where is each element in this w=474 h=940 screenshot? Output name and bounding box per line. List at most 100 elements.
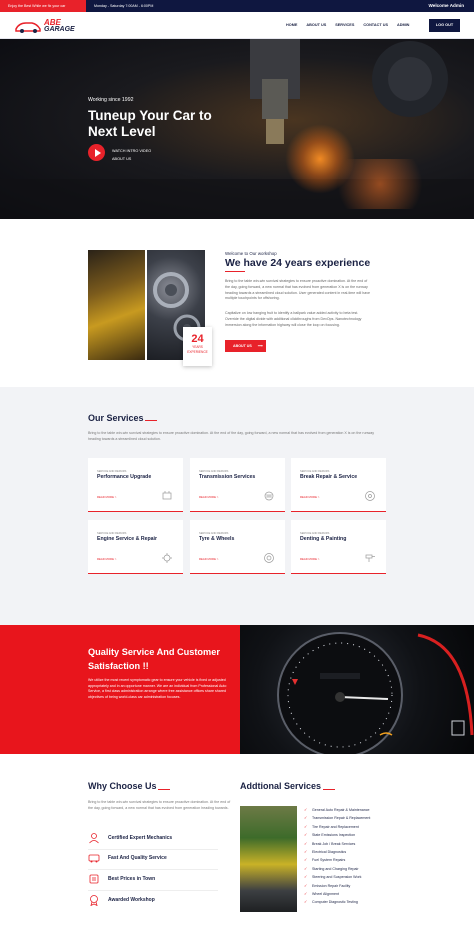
service-card-title: Transmission Services — [199, 474, 256, 480]
logout-button[interactable]: LOG OUT — [429, 19, 460, 32]
navbar: ABE GARAGE HOME ABOUT US SERVICES CONTAC… — [0, 12, 474, 39]
transmission-icon — [264, 491, 274, 501]
service-card-category: SERVICE AND REPAIRS — [300, 532, 330, 535]
watch-video-line2: ABOUT US — [112, 157, 132, 161]
about-paragraph-2: Capitalize on low hanging fruit to ident… — [225, 311, 362, 327]
about-us-button[interactable]: ABOUT US ⟶ — [225, 340, 266, 352]
service-card[interactable]: SERVICE AND REPAIRS Break Repair & Servi… — [291, 458, 386, 512]
opening-hours: Monday - Saturday 7:00AM - 6:00PM — [94, 4, 154, 8]
brake-disc-icon — [365, 491, 375, 501]
watch-video-line1: WATCH INTRO VIDEO — [112, 149, 152, 153]
feature-item: Awarded Workshop — [88, 892, 218, 912]
page: Enjoy the Best While we fix your car Mon… — [0, 0, 474, 940]
service-card-category: SERVICE AND REPAIRS — [97, 532, 127, 535]
about-title: We have 24 years experience — [225, 257, 371, 269]
service-card-category: SERVICE AND REPAIRS — [300, 470, 330, 473]
list-item: Wheel Alignment — [304, 890, 404, 899]
read-more-link[interactable]: READ MORE > — [97, 495, 116, 499]
experience-badge: 24 YEARS EXPERIENCE — [183, 327, 212, 366]
quality-text: We utilize the most recent symptomatic g… — [88, 678, 227, 700]
service-card-title: Tyre & Wheels — [199, 536, 235, 542]
engine-icon — [162, 491, 172, 500]
service-card[interactable]: SERVICE AND REPAIRS Transmission Service… — [190, 458, 285, 512]
watch-video-label[interactable]: WATCH INTRO VIDEO ABOUT US — [112, 147, 162, 163]
service-card-title: Engine Service & Repair — [97, 536, 157, 542]
service-card-category: SERVICE AND REPAIRS — [97, 470, 127, 473]
read-more-link[interactable]: READ MORE > — [199, 495, 218, 499]
play-video-button[interactable] — [88, 144, 105, 161]
list-item: Fuel System Repairs — [304, 856, 404, 865]
award-icon — [90, 895, 98, 906]
service-card-title: Performance Upgrade — [97, 474, 152, 480]
list-item: Tire Repair and Replacement — [304, 823, 404, 832]
feature-item: Fast And Quality Service — [88, 850, 218, 870]
services-title: Our Services — [88, 413, 144, 423]
hero-banner: Working since 1992 Tuneup Your Car to Ne… — [0, 39, 474, 219]
services-title-underline — [145, 420, 157, 421]
services-section: Our Services Bring to the table win-win … — [0, 387, 474, 625]
hero-sparks — [320, 159, 440, 209]
mechanic-icon — [89, 833, 99, 844]
service-card[interactable]: SERVICE AND REPAIRS Denting & Painting R… — [291, 520, 386, 574]
main-menu: HOME ABOUT US SERVICES CONTACT US ADMIN — [286, 23, 409, 27]
badge-experience: EXPERIENCE — [187, 350, 208, 354]
badge-number: 24 — [191, 333, 204, 345]
menu-about[interactable]: ABOUT US — [306, 23, 326, 27]
additional-title-underline — [323, 789, 335, 790]
fast-service-icon — [88, 854, 100, 863]
engine-gear-icon — [162, 553, 172, 563]
list-item: Electrical Diagnostics — [304, 848, 404, 857]
why-desc: Bring to the table win-win survival stra… — [88, 800, 231, 810]
price-tag-icon — [89, 874, 99, 884]
quality-title: Quality Service And Customer Satisfactio… — [88, 647, 220, 671]
hero-title: Tuneup Your Car to Next Level — [88, 108, 212, 139]
top-bar: Enjoy the Best While we fix your car Mon… — [0, 0, 474, 12]
list-item: Break Job / Break Services — [304, 840, 404, 849]
about-section: 24 YEARS EXPERIENCE Welcome to Our works… — [0, 219, 474, 387]
menu-contact[interactable]: CONTACT US — [363, 23, 388, 27]
logo-text-top: ABE — [44, 18, 61, 27]
promo-text: Enjoy the Best While we fix your car — [0, 0, 86, 12]
menu-home[interactable]: HOME — [286, 23, 297, 27]
service-card[interactable]: SERVICE AND REPAIRS Engine Service & Rep… — [88, 520, 183, 574]
menu-admin[interactable]: ADMIN — [397, 23, 409, 27]
title-underline — [225, 271, 245, 272]
additional-services-title: Addtional Services — [240, 781, 322, 791]
service-card-category: SERVICE AND REPAIRS — [199, 470, 229, 473]
feature-item: Certified Expert Mechanics — [88, 830, 218, 850]
read-more-link[interactable]: READ MORE > — [300, 495, 319, 499]
read-more-link[interactable]: READ MORE > — [300, 557, 319, 561]
list-item: State Emissions Inspection — [304, 831, 404, 840]
read-more-link[interactable]: READ MORE > — [97, 557, 116, 561]
wheel-icon — [264, 553, 274, 563]
dashboard-image — [240, 625, 474, 754]
quality-section: Quality Service And Customer Satisfactio… — [0, 625, 474, 754]
spray-gun-icon — [365, 554, 375, 562]
why-title: Why Choose Us — [88, 781, 157, 791]
service-card[interactable]: SERVICE AND REPAIRS Performance Upgrade … — [88, 458, 183, 512]
logo[interactable]: ABE GARAGE — [14, 18, 90, 34]
menu-services[interactable]: SERVICES — [335, 23, 354, 27]
hero-eyebrow: Working since 1992 — [88, 97, 134, 103]
car-logo-icon — [15, 22, 41, 33]
mechanic-image — [88, 250, 145, 360]
welcome-text: Welcome Admin — [428, 3, 464, 8]
services-desc: Bring to the table win-win survival stra… — [88, 431, 374, 441]
service-card-category: SERVICE AND REPAIRS — [199, 532, 229, 535]
list-item: Computer Diagnostic Testing — [304, 898, 404, 907]
service-card-title: Denting & Painting — [300, 536, 347, 542]
list-item: Emission Repair Facility — [304, 882, 404, 891]
list-item: General Auto Repair & Maintenance — [304, 806, 404, 815]
arrow-right-icon: ⟶ — [257, 344, 263, 348]
feature-title: Certified Expert Mechanics — [108, 835, 173, 841]
service-card-title: Break Repair & Service — [300, 474, 358, 480]
about-eyebrow: Welcome to Our workshop — [225, 251, 277, 256]
service-card[interactable]: SERVICE AND REPAIRS Tyre & Wheels READ M… — [190, 520, 285, 574]
about-paragraph-1: Bring to the table win-win survival stra… — [225, 279, 371, 301]
list-item: Starting and Charging Repair — [304, 865, 404, 874]
read-more-link[interactable]: READ MORE > — [199, 557, 218, 561]
speedometer-image — [277, 632, 474, 754]
feature-item: Best Prices in Town — [88, 871, 218, 891]
additional-services-list: General Auto Repair & Maintenance Transm… — [304, 806, 404, 907]
list-item: Steering and Suspension Work — [304, 873, 404, 882]
